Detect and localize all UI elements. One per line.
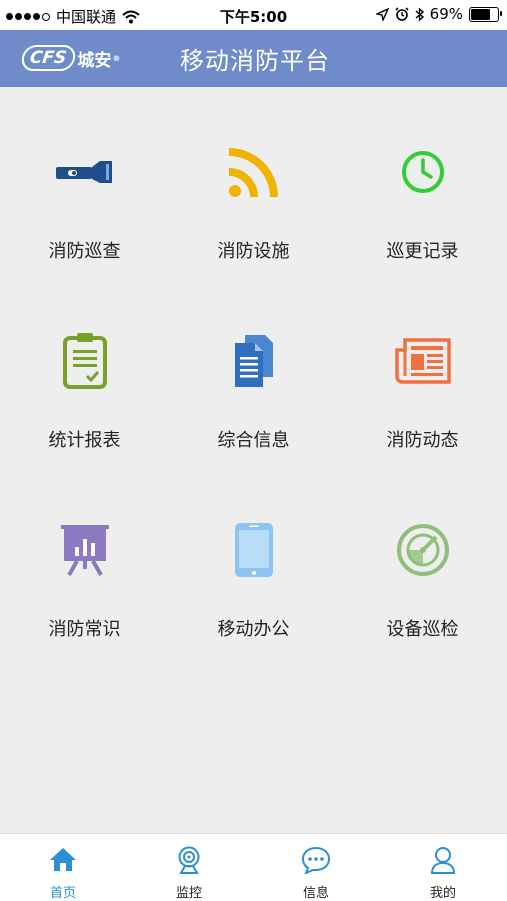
battery-percent: 69%	[429, 5, 463, 23]
menu-item-fire-facilities[interactable]: 消防设施	[169, 87, 338, 276]
menu-item-label: 统计报表	[48, 430, 121, 451]
battery-icon	[469, 6, 502, 22]
menu-item-equipment-inspection[interactable]: 设备巡检	[338, 465, 507, 654]
logo-registered-mark: ®	[112, 53, 121, 63]
menu-item-statistics-report[interactable]: 统计报表	[0, 276, 169, 465]
user-icon	[430, 847, 456, 874]
logo-cn: 城安	[77, 50, 112, 71]
bottom-tab-bar: 首页 监控 信息 我的	[0, 833, 507, 901]
tablet-icon	[234, 523, 273, 577]
menu-item-label: 巡更记录	[386, 241, 459, 262]
tab-home[interactable]: 首页	[0, 834, 126, 901]
menu-item-label: 消防设施	[217, 241, 290, 262]
menu-item-fire-news[interactable]: 消防动态	[338, 276, 507, 465]
logo-text: CFS	[20, 45, 78, 71]
menu-item-label: 综合信息	[217, 430, 290, 451]
menu-item-fire-knowledge[interactable]: 消防常识	[0, 465, 169, 654]
webcam-icon	[178, 846, 200, 874]
app-header: CFS 城安 ® 移动消防平台	[0, 30, 507, 87]
menu-item-label: 消防常识	[48, 619, 121, 640]
documents-icon	[234, 335, 273, 387]
menu-item-label: 移动办公	[217, 619, 290, 640]
flashlight-icon	[55, 161, 112, 183]
page-title: 移动消防平台	[180, 47, 330, 75]
alarm-icon	[395, 7, 409, 21]
radar-icon	[396, 524, 449, 576]
tab-messages[interactable]: 信息	[253, 834, 379, 901]
menu-item-general-info[interactable]: 综合信息	[169, 276, 338, 465]
location-arrow-icon	[375, 7, 389, 21]
menu-item-fire-patrol[interactable]: 消防巡查	[0, 87, 169, 276]
home-icon	[50, 848, 76, 871]
tab-monitor[interactable]: 监控	[126, 834, 252, 901]
status-bar: 中国联通 下午5:00 69%	[0, 0, 507, 30]
menu-item-label: 消防巡查	[48, 241, 121, 262]
tab-label: 监控	[175, 886, 202, 901]
newspaper-icon	[394, 338, 451, 384]
status-right: 69%	[375, 5, 502, 23]
chat-icon	[301, 846, 331, 874]
clock-icon	[401, 151, 444, 193]
menu-item-patrol-records[interactable]: 巡更记录	[338, 87, 507, 276]
logo: CFS 城安 ®	[20, 42, 121, 74]
menu-item-label: 消防动态	[386, 430, 459, 451]
tab-label: 信息	[302, 886, 329, 901]
bluetooth-icon	[415, 6, 424, 22]
menu-item-label: 设备巡检	[386, 619, 459, 640]
tab-label: 我的	[429, 886, 456, 901]
rss-icon	[228, 148, 278, 198]
menu-item-mobile-office[interactable]: 移动办公	[169, 465, 338, 654]
tab-profile[interactable]: 我的	[380, 834, 506, 901]
presentation-icon	[60, 525, 109, 576]
clipboard-icon	[62, 333, 107, 389]
tab-label: 首页	[49, 886, 76, 901]
